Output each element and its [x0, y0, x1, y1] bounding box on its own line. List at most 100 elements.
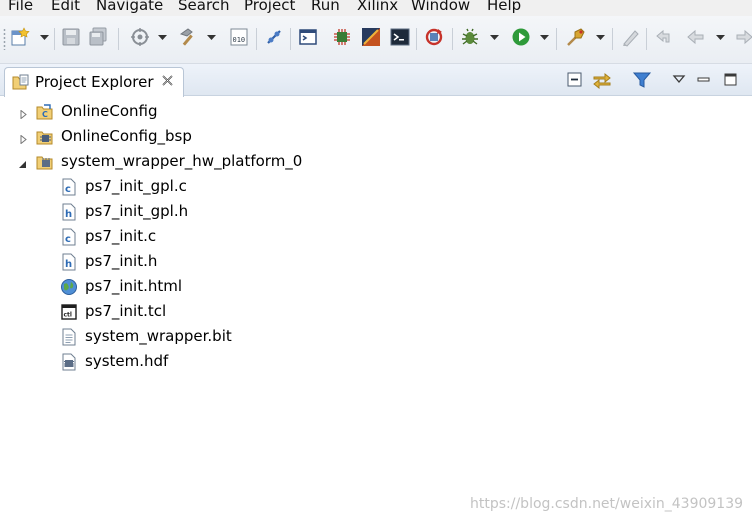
toolbar-separator	[452, 28, 453, 50]
svg-text:c: c	[65, 184, 71, 195]
tree-item-file[interactable]: c ps7_init.c	[0, 224, 400, 249]
tree-item-label: system_wrapper.bit	[85, 327, 232, 345]
menu-project[interactable]: Project	[244, 0, 295, 14]
tree-item-file[interactable]: ctl ps7_init.tcl	[0, 299, 400, 324]
binary-icon[interactable]: 010	[229, 27, 249, 47]
toolbar-separator	[556, 28, 557, 50]
tab-project-explorer[interactable]: Project Explorer	[4, 67, 184, 97]
view-menu-icon[interactable]	[670, 70, 690, 90]
toolbar-separator	[54, 28, 55, 50]
terminal-icon[interactable]	[390, 27, 410, 47]
toolbar-separator	[612, 28, 613, 50]
c-file-icon: c	[60, 178, 78, 196]
link-with-editor-icon[interactable]	[592, 70, 612, 90]
svg-text:010: 010	[233, 36, 246, 44]
debug-icon[interactable]	[460, 27, 480, 47]
view-tab-bar: Project Explorer	[0, 64, 752, 97]
tree-item-label: ps7_init.h	[85, 252, 158, 270]
save-icon[interactable]	[61, 27, 81, 47]
back-history-icon[interactable]	[654, 27, 674, 47]
external-tools-icon[interactable]	[566, 27, 586, 47]
back-dropdown-icon[interactable]	[716, 34, 725, 41]
text-file-icon	[60, 328, 78, 346]
tree-item-file[interactable]: system_wrapper.bit	[0, 324, 400, 349]
build-target-icon[interactable]	[130, 27, 150, 47]
html-file-icon	[60, 278, 78, 296]
debug-dropdown-icon[interactable]	[490, 34, 499, 41]
svg-text:c: c	[65, 234, 71, 245]
maximize-icon[interactable]	[721, 70, 741, 90]
toolbar-separator	[256, 28, 257, 50]
hdf-file-icon	[60, 353, 78, 371]
menu-navigate[interactable]: Navigate	[96, 0, 163, 14]
new-dropdown-icon[interactable]	[40, 34, 49, 41]
menu-xilinx[interactable]: Xilinx	[357, 0, 398, 14]
close-icon[interactable]	[161, 74, 174, 87]
c-file-icon: c	[60, 228, 78, 246]
tab-label: Project Explorer	[35, 73, 154, 91]
h-file-icon: h	[60, 253, 78, 271]
tree-item-label: ps7_init.c	[85, 227, 157, 245]
vivado-icon[interactable]	[361, 27, 381, 47]
tree-item-onlineconfig[interactable]: C OnlineConfig	[0, 99, 400, 124]
tree-item-label: ps7_init.tcl	[85, 302, 167, 320]
main-toolbar: 010	[0, 16, 752, 64]
tree-item-label: system.hdf	[85, 352, 169, 370]
h-file-icon: h	[60, 203, 78, 221]
tree-item-file[interactable]: ps7_init.html	[0, 274, 400, 299]
tree-item-file[interactable]: h ps7_init_gpl.h	[0, 199, 400, 224]
external-tools-dropdown-icon[interactable]	[596, 34, 605, 41]
debug-connect-icon[interactable]	[264, 27, 284, 47]
tree-item-label: system_wrapper_hw_platform_0	[61, 152, 303, 170]
toolbar-grip[interactable]	[3, 28, 6, 50]
svg-text:h: h	[65, 259, 72, 270]
menu-window[interactable]: Window	[411, 0, 470, 14]
run-dropdown-icon[interactable]	[540, 34, 549, 41]
new-icon[interactable]	[10, 27, 30, 47]
console-icon[interactable]	[298, 27, 318, 47]
save-all-icon[interactable]	[88, 27, 108, 47]
tree-item-label: ps7_init.html	[85, 277, 183, 295]
bsp-project-icon	[36, 128, 54, 146]
menu-file[interactable]: File	[8, 0, 33, 14]
back-icon[interactable]	[686, 27, 706, 47]
tcl-file-icon: ctl	[60, 303, 78, 321]
project-explorer-view: Project Explorer C OnlineConfig OnlineCo…	[0, 64, 752, 524]
c-project-folder-icon: C	[36, 103, 54, 121]
svg-text:h: h	[65, 209, 72, 220]
tree-item-label: OnlineConfig	[61, 102, 158, 120]
hw-platform-icon	[36, 153, 54, 171]
refresh-icon[interactable]	[424, 27, 444, 47]
collapse-icon[interactable]	[18, 157, 27, 168]
watermark: https://blog.csdn.net/weixin_43909139	[470, 496, 744, 512]
tree-item-hw-platform[interactable]: system_wrapper_hw_platform_0	[0, 149, 400, 174]
tree-item-file[interactable]: c ps7_init_gpl.c	[0, 174, 400, 199]
svg-text:ctl: ctl	[64, 312, 72, 319]
build-target-dropdown-icon[interactable]	[158, 34, 167, 41]
expand-icon[interactable]	[19, 132, 28, 145]
forward-icon[interactable]	[734, 27, 752, 47]
menu-run[interactable]: Run	[311, 0, 340, 14]
toolbar-separator	[290, 28, 291, 50]
filter-icon[interactable]	[632, 70, 652, 90]
svg-text:C: C	[42, 110, 48, 119]
menu-search[interactable]: Search	[178, 0, 230, 14]
expand-icon[interactable]	[19, 107, 28, 120]
tree-item-label: ps7_init_gpl.h	[85, 202, 189, 220]
tree-item-label: ps7_init_gpl.c	[85, 177, 187, 195]
tree-item-file[interactable]: h ps7_init.h	[0, 249, 400, 274]
tree-item-file[interactable]: system.hdf	[0, 349, 400, 374]
build-dropdown-icon[interactable]	[207, 34, 216, 41]
menu-help[interactable]: Help	[487, 0, 521, 14]
minimize-icon[interactable]	[694, 70, 714, 90]
tree-item-onlineconfig-bsp[interactable]: OnlineConfig_bsp	[0, 124, 400, 149]
build-icon[interactable]	[178, 27, 198, 47]
program-icon[interactable]	[332, 27, 352, 47]
menu-bar: File Edit Navigate Search Project Run Xi…	[0, 0, 752, 16]
collapse-all-icon[interactable]	[565, 70, 585, 90]
project-explorer-icon	[12, 74, 30, 91]
run-icon[interactable]	[511, 27, 531, 47]
menu-edit[interactable]: Edit	[51, 0, 80, 14]
marker-icon[interactable]	[621, 27, 641, 47]
toolbar-separator	[416, 28, 417, 50]
